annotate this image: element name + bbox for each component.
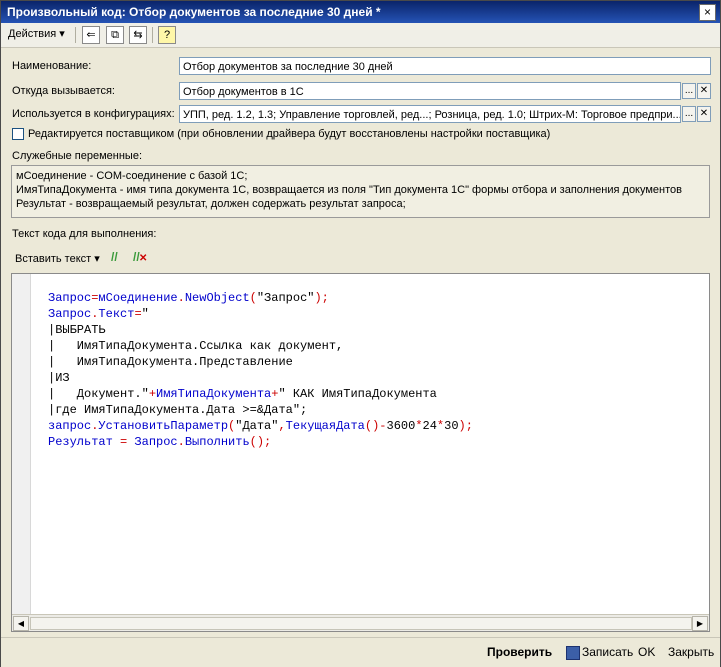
horizontal-scrollbar[interactable]: ◀ ▶ [12, 614, 709, 631]
scroll-right-icon[interactable]: ▶ [692, 616, 708, 631]
config-clear-button[interactable]: ✕ [697, 106, 711, 122]
name-field[interactable]: Отбор документов за последние 30 дней [179, 57, 711, 75]
config-select-button[interactable]: ... [682, 106, 696, 122]
service-var-line: ИмяТипаДокумента - имя типа документа 1С… [16, 184, 682, 196]
toolbar-separator [152, 27, 153, 43]
toolbar: Действия ▾ ⇐ ⧉ ⇆ ? [1, 23, 720, 48]
insert-text-menu[interactable]: Вставить текст ▾ [15, 252, 100, 265]
code-toolbar: Вставить текст ▾ // // ✕ [11, 247, 710, 269]
move-left-icon[interactable]: ⇐ [82, 26, 100, 44]
ok-button[interactable]: OK [638, 645, 655, 659]
save-button[interactable]: Записать [582, 645, 633, 659]
call-select-button[interactable]: ... [682, 83, 696, 99]
scroll-thumb[interactable] [30, 617, 692, 630]
service-vars-box: мСоединение - COM-соединение с базой 1С;… [11, 165, 710, 218]
footer-bar: Проверить Записать OK Закрыть [1, 637, 720, 667]
window-title: Произвольный код: Отбор документов за по… [7, 5, 381, 19]
scroll-left-icon[interactable]: ◀ [13, 616, 29, 631]
name-label: Наименование: [12, 60, 92, 72]
vendor-checkbox-label[interactable]: Редактируется поставщиком (при обновлени… [28, 128, 550, 140]
help-icon[interactable]: ? [158, 26, 176, 44]
vendor-checkbox[interactable] [12, 128, 24, 140]
service-var-line: мСоединение - COM-соединение с базой 1С; [16, 170, 248, 182]
service-var-line: Результат - возвращаемый результат, долж… [16, 198, 406, 210]
config-field[interactable]: УПП, ред. 1.2, 1.3; Управление торговлей… [179, 105, 681, 123]
save-disk-icon [566, 646, 580, 660]
close-icon[interactable]: × [699, 4, 716, 21]
uncomment-cross-icon: ✕ [139, 253, 148, 264]
config-label: Используется в конфигурациях: [12, 108, 175, 120]
code-text[interactable]: Запрос=мСоединение.NewObject("Запрос"); … [48, 290, 473, 450]
service-vars-label: Служебные переменные: [12, 150, 143, 162]
dialog-window: Произвольный код: Отбор документов за по… [0, 0, 721, 667]
call-field[interactable]: Отбор документов в 1С [179, 82, 681, 100]
swap-icon[interactable]: ⇆ [129, 26, 147, 44]
call-label: Откуда вызывается: [12, 85, 115, 97]
actions-menu[interactable]: Действия ▾ [5, 26, 68, 43]
check-button[interactable]: Проверить [487, 645, 552, 659]
comment-icon[interactable]: // [111, 250, 118, 264]
toolbar-separator [75, 27, 76, 43]
code-gutter [12, 274, 31, 615]
code-label: Текст кода для выполнения: [12, 228, 157, 240]
code-editor[interactable]: Запрос=мСоединение.NewObject("Запрос"); … [11, 273, 710, 632]
title-bar[interactable]: Произвольный код: Отбор документов за по… [1, 1, 720, 23]
call-clear-button[interactable]: ✕ [697, 83, 711, 99]
close-button[interactable]: Закрыть [668, 645, 714, 659]
copy-icon[interactable]: ⧉ [106, 26, 124, 44]
